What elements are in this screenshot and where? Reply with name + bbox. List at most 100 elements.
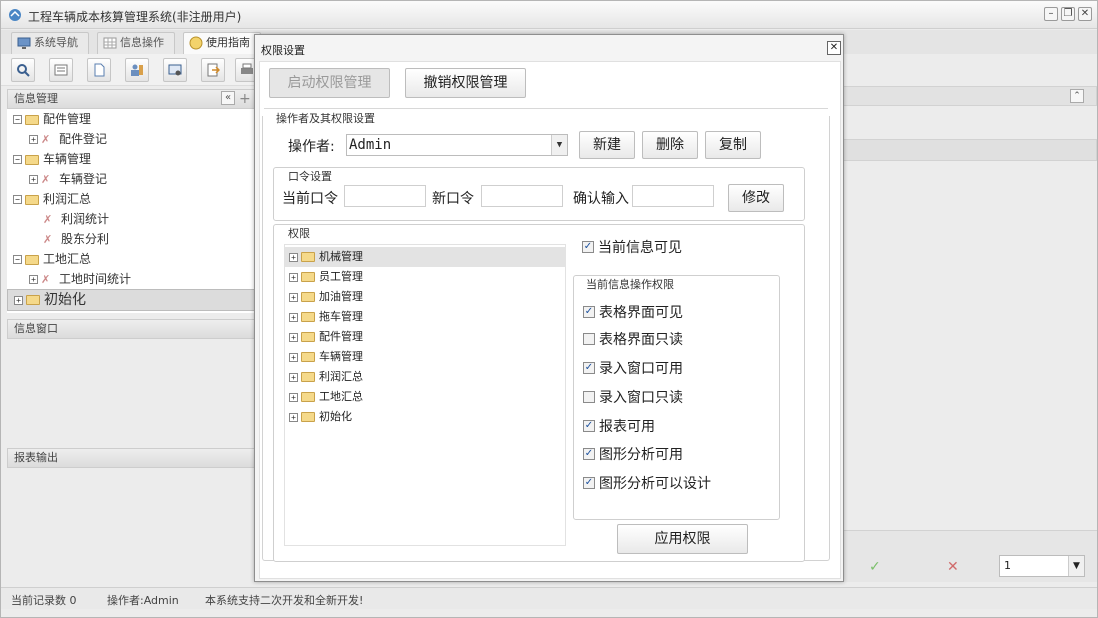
operator-value: Admin <box>349 137 392 153</box>
chevron-down-icon: ▼ <box>1068 556 1084 576</box>
collapse-up-icon[interactable]: ⌃ <box>1070 89 1084 103</box>
op-checkbox[interactable]: ✓ 图形分析可用 <box>583 446 683 464</box>
copy-operator-button[interactable]: 复制 <box>705 131 761 159</box>
tree-node[interactable]: + 初始化 <box>7 289 257 311</box>
right-header: ⌃ <box>843 86 1097 106</box>
perm-tree-node[interactable]: + 工地汇总 <box>285 387 566 407</box>
tree-node[interactable]: ✗ 利润统计 <box>43 209 109 229</box>
list-button[interactable] <box>49 58 73 82</box>
perm-tree-node[interactable]: + 加油管理 <box>285 287 566 307</box>
tools-icon: ✗ <box>41 172 51 186</box>
tree-label: 工地时间统计 <box>59 272 132 286</box>
perm-tree-node[interactable]: + 利润汇总 <box>285 367 566 387</box>
tree-node[interactable]: + ✗ 配件登记 <box>29 129 107 149</box>
perm-tree-label: 利润汇总 <box>319 370 363 383</box>
users-button[interactable] <box>125 58 149 82</box>
app-logo-icon <box>9 9 21 21</box>
expand-toggle-icon[interactable]: + <box>289 272 298 282</box>
collapse-toggle-icon[interactable]: − <box>13 155 22 164</box>
expand-toggle-icon[interactable]: + <box>289 332 298 342</box>
window-button[interactable] <box>163 58 187 82</box>
tab-info-ops[interactable]: 信息操作 <box>97 32 175 54</box>
expand-toggle-icon[interactable]: + <box>289 412 298 422</box>
folder-icon <box>301 292 315 302</box>
info-panel-title: 信息管理 <box>14 92 58 105</box>
tree-node[interactable]: − 工地汇总 <box>13 249 91 269</box>
tree-node[interactable]: ✗ 股东分利 <box>43 229 109 249</box>
collapse-toggle-icon[interactable]: − <box>13 115 22 124</box>
confirm-icon[interactable]: ✓ <box>869 559 881 575</box>
new-password-input[interactable] <box>481 185 563 207</box>
minimize-button[interactable]: – <box>1044 7 1058 21</box>
window-title: 工程车辆成本核算管理系统(非注册用户) <box>28 10 242 24</box>
search-button[interactable] <box>11 58 35 82</box>
delete-operator-button[interactable]: 删除 <box>642 131 698 159</box>
toolbar <box>1 54 257 86</box>
expand-toggle-icon[interactable]: + <box>14 295 23 305</box>
tree-label: 初始化 <box>44 292 86 308</box>
perm-tree-label: 拖车管理 <box>319 310 363 323</box>
modify-password-button[interactable]: 修改 <box>728 184 784 212</box>
tree-node[interactable]: + ✗ 车辆登记 <box>29 169 107 189</box>
perm-tree-node[interactable]: + 车辆管理 <box>285 347 566 367</box>
add-icon[interactable]: + <box>239 90 251 108</box>
close-window-button[interactable]: ✕ <box>1078 7 1092 21</box>
divider <box>264 108 828 109</box>
confirm-password-input[interactable] <box>632 185 714 207</box>
collapse-toggle-icon[interactable]: − <box>13 195 22 204</box>
op-checkbox[interactable]: ✓ 图形分析可以设计 <box>583 475 711 493</box>
expand-toggle-icon[interactable]: + <box>29 175 38 184</box>
op-checkbox[interactable]: ✓ 表格界面可见 <box>583 304 683 322</box>
expand-toggle-icon[interactable]: + <box>289 392 298 402</box>
tree-node[interactable]: − 车辆管理 <box>13 149 91 169</box>
cancel-icon[interactable]: ✕ <box>947 559 959 575</box>
expand-toggle-icon[interactable]: + <box>289 372 298 382</box>
restore-button[interactable]: ❐ <box>1061 7 1075 21</box>
tools-icon: ✗ <box>41 272 51 286</box>
collapse-icon[interactable]: « <box>221 91 235 105</box>
navigator-bar: ✓ ✕ 1 ▼ <box>843 530 1097 582</box>
folder-icon <box>301 392 315 402</box>
current-password-input[interactable] <box>344 185 426 207</box>
perm-tree-node[interactable]: + 配件管理 <box>285 327 566 347</box>
folder-icon <box>26 295 40 305</box>
page-select[interactable]: 1 ▼ <box>999 555 1085 577</box>
checkbox-checked-icon: ✓ <box>582 241 594 253</box>
tab-user-guide[interactable]: 使用指南 <box>183 32 261 54</box>
expand-toggle-icon[interactable]: + <box>289 252 298 262</box>
grid-icon <box>103 37 117 49</box>
expand-toggle-icon[interactable]: + <box>29 135 38 144</box>
expand-toggle-icon[interactable]: + <box>289 292 298 302</box>
grid-header <box>843 139 1097 161</box>
expand-toggle-icon[interactable]: + <box>289 312 298 322</box>
revoke-permission-button[interactable]: 撤销权限管理 <box>405 68 526 98</box>
operator-select[interactable]: Admin ▼ <box>346 134 568 156</box>
op-checkbox[interactable]: ✓ 报表可用 <box>583 418 655 436</box>
perm-tree-node[interactable]: + 机械管理 <box>285 247 566 267</box>
perm-tree-node[interactable]: + 拖车管理 <box>285 307 566 327</box>
chevron-down-icon: ▼ <box>551 135 567 155</box>
expand-toggle-icon[interactable]: + <box>29 275 38 284</box>
new-operator-button[interactable]: 新建 <box>579 131 635 159</box>
op-checkbox[interactable]: 表格界面只读 <box>583 331 683 349</box>
visible-checkbox[interactable]: ✓ 当前信息可见 <box>582 239 682 257</box>
tree-node[interactable]: − 利润汇总 <box>13 189 91 209</box>
nav-tree: − 配件管理 + ✗ 配件登记 − 车辆管理 + ✗ 车辆登记 − 利润汇总 ✗ 利润统计 ✗ 股… <box>7 109 257 313</box>
document-button[interactable] <box>87 58 111 82</box>
op-checkbox[interactable]: ✓ 录入窗口可用 <box>583 360 683 378</box>
expand-toggle-icon[interactable]: + <box>289 352 298 362</box>
report-header: 报表输出 <box>7 448 257 468</box>
tree-node[interactable]: − 配件管理 <box>13 109 91 129</box>
perm-tree-label: 机械管理 <box>319 250 363 263</box>
op-checkbox[interactable]: 录入窗口只读 <box>583 389 683 407</box>
enable-permission-button[interactable]: 启动权限管理 <box>269 68 390 98</box>
apply-permission-button[interactable]: 应用权限 <box>617 524 748 554</box>
tab-system-nav[interactable]: 系统导航 <box>11 32 89 54</box>
perm-tree-node[interactable]: + 员工管理 <box>285 267 566 287</box>
perm-tree-node[interactable]: + 初始化 <box>285 407 566 427</box>
checkbox-checked-icon: ✓ <box>583 362 595 374</box>
collapse-toggle-icon[interactable]: − <box>13 255 22 264</box>
export-button[interactable] <box>201 58 225 82</box>
tree-node[interactable]: + ✗ 工地时间统计 <box>29 269 131 289</box>
dialog-close-button[interactable]: ✕ <box>827 41 841 55</box>
